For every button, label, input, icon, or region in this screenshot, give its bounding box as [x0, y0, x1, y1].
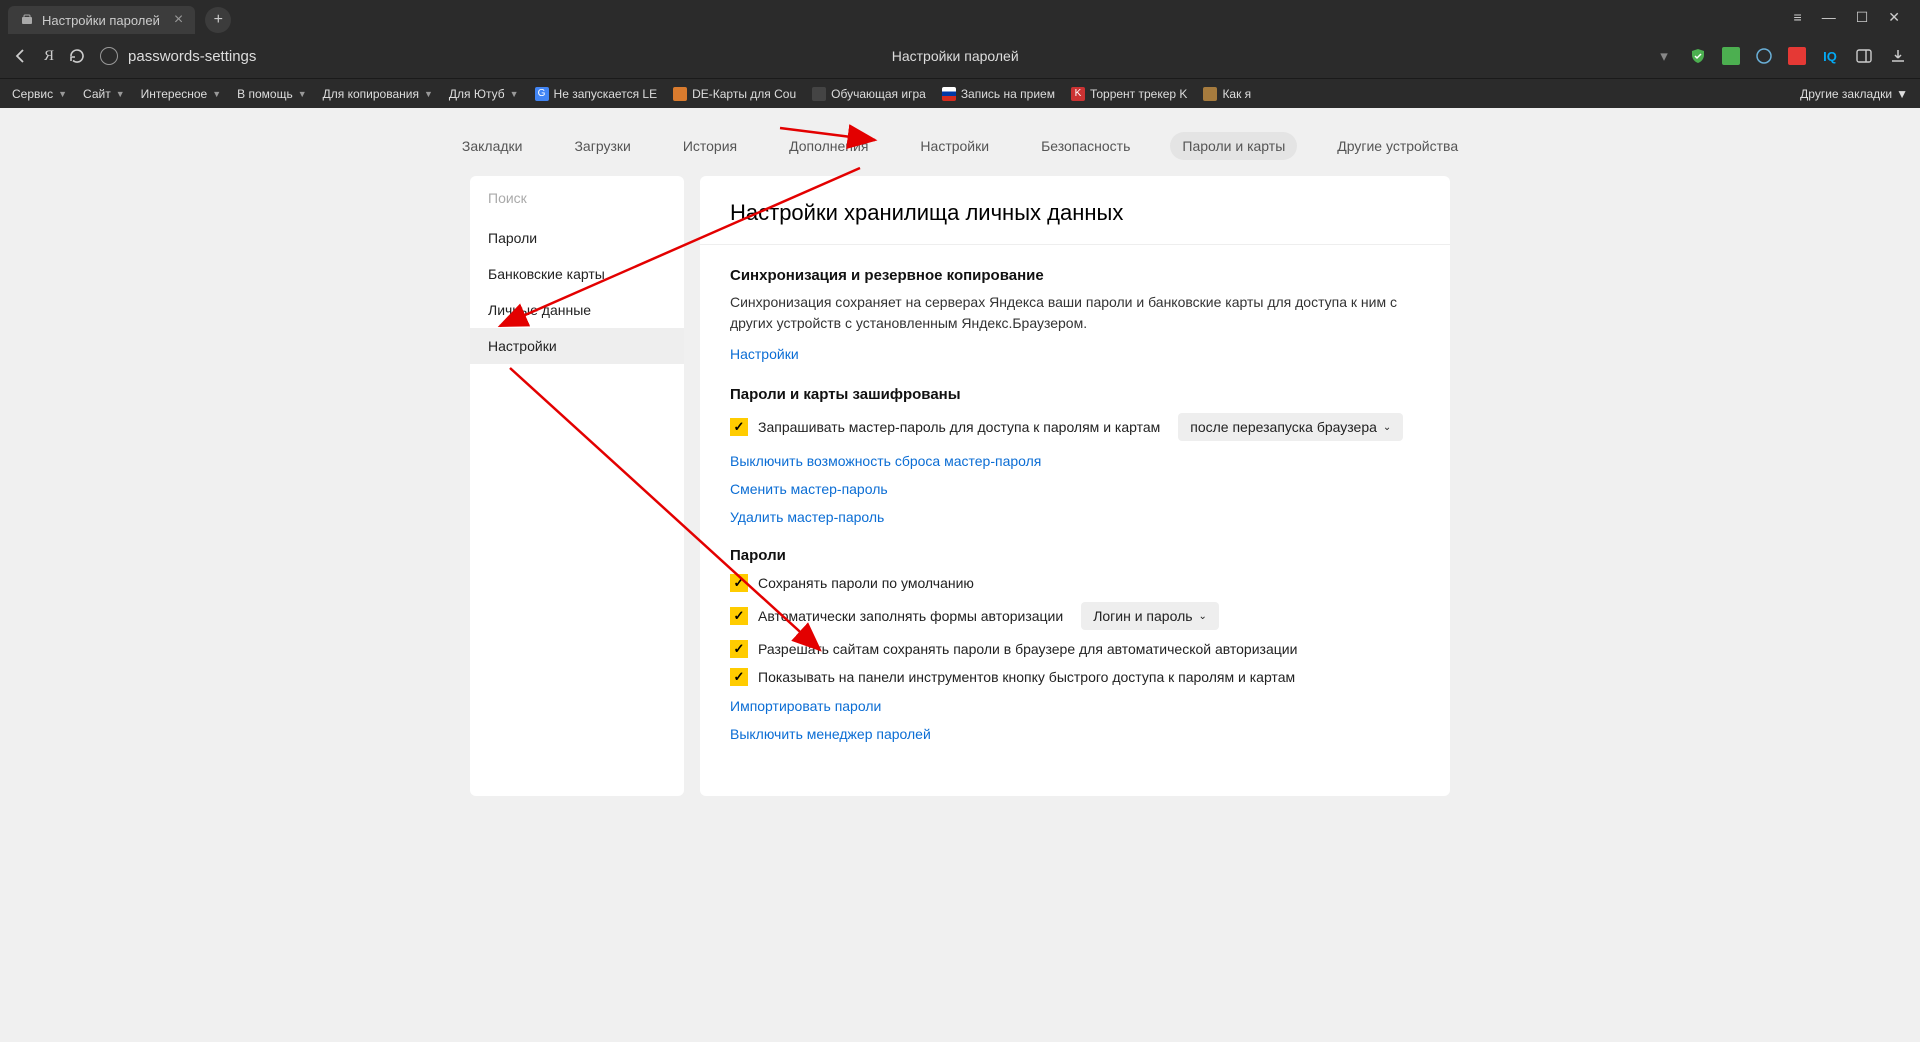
extension-icon-1[interactable] — [1722, 47, 1740, 65]
sync-settings-link[interactable]: Настройки — [730, 346, 799, 362]
bm-menu-youtube[interactable]: Для Ютуб▼ — [449, 87, 519, 101]
sync-description: Синхронизация сохраняет на серверах Янде… — [730, 292, 1420, 334]
tab-security[interactable]: Безопасность — [1029, 132, 1142, 160]
dropdown-autofill[interactable]: Логин и пароль⌄ — [1081, 602, 1219, 630]
tab-bar: Настройки паролей × + ≡ — ☐ ✕ — [0, 0, 1920, 34]
section-passwords: Пароли ✓ Сохранять пароли по умолчанию ✓… — [700, 525, 1450, 742]
yandex-icon[interactable]: Я — [44, 48, 54, 65]
tab-addons[interactable]: Дополнения — [777, 132, 880, 160]
checkbox-show-button[interactable]: ✓ — [730, 668, 748, 686]
label-show-button: Показывать на панели инструментов кнопку… — [758, 669, 1295, 685]
url-text: passwords-settings — [128, 48, 256, 65]
link-import[interactable]: Импортировать пароли — [730, 698, 1420, 714]
passwords-heading: Пароли — [730, 547, 1420, 564]
extension-icon-4[interactable]: IQ — [1820, 46, 1840, 66]
maximize-icon[interactable]: ☐ — [1856, 9, 1869, 26]
other-bookmarks[interactable]: Другие закладки▼ — [1800, 87, 1908, 101]
label-ask-master: Запрашивать мастер-пароль для доступа к … — [758, 419, 1160, 435]
sync-heading: Синхронизация и резервное копирование — [730, 267, 1420, 284]
reload-button[interactable] — [68, 47, 86, 65]
bm-link-4[interactable]: KТоррент трекер K — [1071, 87, 1187, 101]
bm-link-3[interactable]: Запись на прием — [942, 87, 1055, 101]
back-button[interactable] — [12, 47, 30, 65]
label-allow-sites: Разрешать сайтам сохранять пароли в брау… — [758, 641, 1297, 657]
shield-icon[interactable] — [1688, 46, 1708, 66]
checkbox-allow-sites[interactable]: ✓ — [730, 640, 748, 658]
page-heading: Настройки хранилища личных данных — [700, 176, 1450, 245]
bm-menu-site[interactable]: Сайт▼ — [83, 87, 125, 101]
tab-bookmarks[interactable]: Закладки — [450, 132, 535, 160]
label-save-default: Сохранять пароли по умолчанию — [758, 575, 974, 591]
link-change-master[interactable]: Сменить мастер-пароль — [730, 481, 1420, 497]
downloads-icon[interactable] — [1888, 46, 1908, 66]
extension-icon-3[interactable] — [1788, 47, 1806, 65]
page-title-center: Настройки паролей — [892, 48, 1019, 64]
main-panel: Настройки хранилища личных данных Синхро… — [700, 176, 1450, 796]
checkbox-autofill[interactable]: ✓ — [730, 607, 748, 625]
tab-title: Настройки паролей — [42, 13, 160, 28]
settings-nav-tabs: Закладки Загрузки История Дополнения Нас… — [0, 108, 1920, 176]
tab-other-devices[interactable]: Другие устройства — [1325, 132, 1470, 160]
section-sync: Синхронизация и резервное копирование Си… — [700, 245, 1450, 364]
chevron-down-icon: ⌄ — [1199, 611, 1207, 622]
checkbox-save-default[interactable]: ✓ — [730, 574, 748, 592]
link-disable-manager[interactable]: Выключить менеджер паролей — [730, 726, 1420, 742]
address-field[interactable]: passwords-settings Настройки паролей ▾ I… — [100, 46, 1908, 66]
close-icon[interactable]: × — [174, 11, 183, 29]
tab-settings[interactable]: Настройки — [908, 132, 1001, 160]
dropdown-ask-when[interactable]: после перезапуска браузера⌄ — [1178, 413, 1403, 441]
section-encrypted: Пароли и карты зашифрованы ✓ Запрашивать… — [700, 364, 1450, 525]
bm-menu-help[interactable]: В помощь▼ — [237, 87, 306, 101]
bm-link-1[interactable]: DE-Карты для Cou — [673, 87, 796, 101]
chevron-down-icon: ⌄ — [1383, 422, 1391, 433]
sidebar-item-settings[interactable]: Настройки — [470, 328, 684, 364]
close-window-icon[interactable]: ✕ — [1888, 9, 1900, 26]
new-tab-button[interactable]: + — [205, 7, 231, 33]
bm-menu-copy[interactable]: Для копирования▼ — [323, 87, 433, 101]
address-bar: Я passwords-settings Настройки паролей ▾… — [0, 34, 1920, 78]
bm-link-0[interactable]: GНе запускается LE — [535, 87, 658, 101]
tab-history[interactable]: История — [671, 132, 749, 160]
bm-menu-service[interactable]: Сервис▼ — [12, 87, 67, 101]
minimize-icon[interactable]: — — [1822, 9, 1836, 26]
sidebar-item-cards[interactable]: Банковские карты — [470, 256, 684, 292]
tab-downloads[interactable]: Загрузки — [562, 132, 642, 160]
bookmark-icon[interactable]: ▾ — [1654, 46, 1674, 66]
extension-icon-2[interactable] — [1754, 46, 1774, 66]
browser-tab[interactable]: Настройки паролей × — [8, 6, 195, 34]
label-autofill: Автоматически заполнять формы авторизаци… — [758, 608, 1063, 624]
search-input[interactable]: Поиск — [470, 176, 684, 220]
globe-icon — [100, 47, 118, 65]
window-controls: ≡ — ☐ ✕ — [1794, 9, 1912, 26]
tab-favicon-icon — [20, 13, 34, 27]
sidebar-item-passwords[interactable]: Пароли — [470, 220, 684, 256]
bm-link-5[interactable]: Как я — [1203, 87, 1251, 101]
sidebar-item-personal[interactable]: Личные данные — [470, 292, 684, 328]
encrypted-heading: Пароли и карты зашифрованы — [730, 386, 1420, 403]
bm-menu-interesting[interactable]: Интересное▼ — [141, 87, 222, 101]
link-delete-master[interactable]: Удалить мастер-пароль — [730, 509, 1420, 525]
tab-passwords-cards[interactable]: Пароли и карты — [1170, 132, 1297, 160]
bookmarks-bar: Сервис▼ Сайт▼ Интересное▼ В помощь▼ Для … — [0, 78, 1920, 108]
sidebar: Поиск Пароли Банковские карты Личные дан… — [470, 176, 684, 796]
checkbox-ask-master[interactable]: ✓ — [730, 418, 748, 436]
bm-link-2[interactable]: Обучающая игра — [812, 87, 926, 101]
menu-icon[interactable]: ≡ — [1794, 9, 1802, 26]
sidebar-toggle-icon[interactable] — [1854, 46, 1874, 66]
link-disable-reset[interactable]: Выключить возможность сброса мастер-паро… — [730, 453, 1420, 469]
